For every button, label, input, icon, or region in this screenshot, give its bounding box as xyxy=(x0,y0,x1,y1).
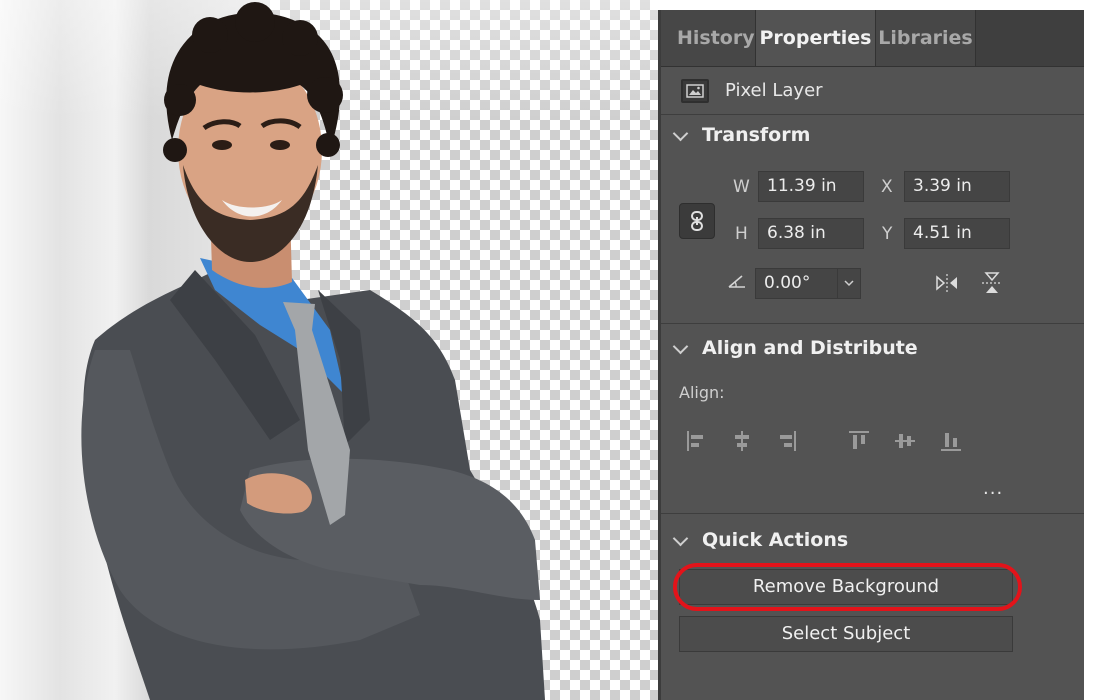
chevron-down-icon[interactable] xyxy=(837,269,860,298)
flip-horizontal-icon[interactable] xyxy=(933,271,961,299)
height-field[interactable]: 6.38 in xyxy=(758,218,864,249)
select-subject-button[interactable]: Select Subject xyxy=(679,616,1013,652)
highlight-annotation xyxy=(673,563,1022,611)
align-left-icon[interactable] xyxy=(685,429,709,453)
image-icon xyxy=(681,78,709,103)
align-right-icon[interactable] xyxy=(774,429,798,453)
y-label: Y xyxy=(882,224,893,244)
transform-header[interactable]: Transform xyxy=(661,115,1084,155)
link-icon[interactable] xyxy=(679,203,715,239)
more-options-icon[interactable]: ... xyxy=(983,478,1003,499)
angle-value: 0.00° xyxy=(764,273,811,293)
width-label: W xyxy=(733,177,750,197)
align-title: Align and Distribute xyxy=(702,337,918,359)
chevron-down-icon xyxy=(672,338,689,354)
y-field[interactable]: 4.51 in xyxy=(904,218,1010,249)
subject-photo xyxy=(81,2,546,700)
align-top-icon[interactable] xyxy=(847,429,871,453)
layer-type-label: Pixel Layer xyxy=(725,80,823,101)
panel-tabs: History Properties Libraries xyxy=(661,10,1084,67)
tab-history[interactable]: History xyxy=(661,10,756,66)
align-bottom-icon[interactable] xyxy=(939,429,963,453)
height-label: H xyxy=(735,224,748,244)
eye-left xyxy=(212,140,232,150)
angle-field[interactable]: 0.00° xyxy=(755,268,861,299)
angle-icon xyxy=(727,273,747,293)
align-distribute-section: Align and Distribute Align: ... xyxy=(661,328,1084,514)
eye-right xyxy=(270,140,290,150)
chevron-down-icon xyxy=(672,530,689,546)
flip-vertical-icon[interactable] xyxy=(979,269,1005,301)
x-label: X xyxy=(881,177,893,197)
document-canvas[interactable] xyxy=(0,0,658,700)
align-header[interactable]: Align and Distribute xyxy=(661,328,1084,368)
quick-actions-title: Quick Actions xyxy=(702,529,849,551)
align-middle-vertical-icon[interactable] xyxy=(893,429,917,453)
width-field[interactable]: 11.39 in xyxy=(758,171,864,202)
tab-libraries[interactable]: Libraries xyxy=(876,10,976,66)
quick-actions-section: Quick Actions Remove Background Select S… xyxy=(661,520,1084,670)
tab-properties[interactable]: Properties xyxy=(756,10,876,66)
align-center-horizontal-icon[interactable] xyxy=(730,429,754,453)
transform-section: Transform W 11.39 in X 3.39 in H 6.38 in… xyxy=(661,115,1084,324)
panel-top-margin xyxy=(658,0,1084,10)
x-field[interactable]: 3.39 in xyxy=(904,171,1010,202)
layer-type-row: Pixel Layer xyxy=(661,67,1084,115)
properties-panel: History Properties Libraries Pixel Layer… xyxy=(658,10,1084,700)
page-right-margin xyxy=(1084,0,1100,700)
chevron-down-icon xyxy=(672,125,689,141)
transform-title: Transform xyxy=(702,124,811,146)
quick-actions-header[interactable]: Quick Actions xyxy=(661,520,1084,560)
align-label: Align: xyxy=(679,383,725,402)
